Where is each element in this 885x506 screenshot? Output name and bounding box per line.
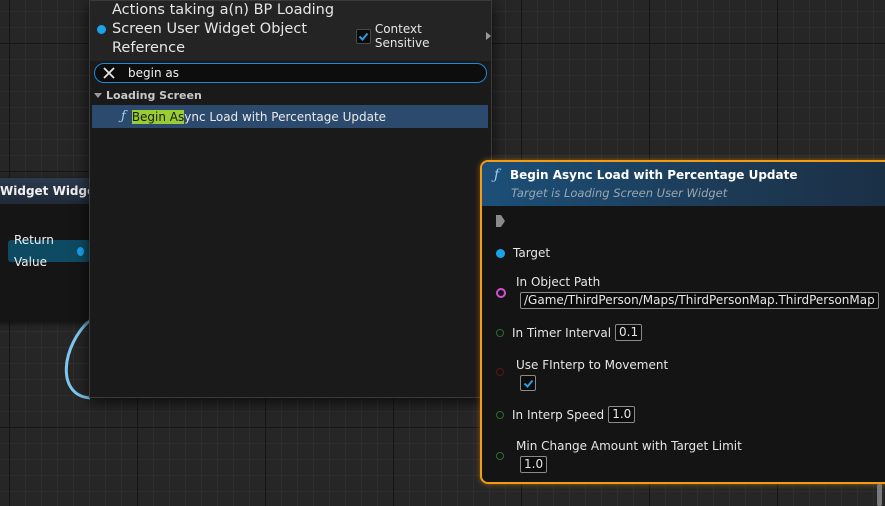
target-label: Target	[513, 246, 551, 260]
category-loading-screen[interactable]: Loading Screen	[94, 88, 202, 102]
function-icon: ƒ	[494, 167, 500, 183]
exec-input-pin-icon[interactable]	[496, 215, 505, 227]
function-icon: ƒ	[121, 109, 126, 124]
in-interp-speed-label: In Interp Speed	[512, 407, 605, 422]
search-input[interactable]	[120, 66, 468, 80]
in-timer-interval-label: In Timer Interval	[512, 325, 612, 340]
in-timer-interval-field[interactable]: 0.1	[615, 324, 643, 341]
context-sensitive-toggle[interactable]: Context Sensitive	[356, 22, 491, 50]
in-object-path-field[interactable]: /Game/ThirdPerson/Maps/ThirdPersonMap.Th…	[520, 292, 879, 309]
search-box[interactable]	[94, 63, 487, 83]
search-match-highlight: Begin As	[131, 109, 185, 124]
min-change-label: Min Change Amount with Target Limit	[516, 439, 742, 453]
return-value-label: Return Value	[14, 233, 54, 269]
object-pin-icon[interactable]	[496, 248, 505, 258]
in-object-path-label: In Object Path	[516, 275, 601, 289]
target-pin[interactable]: Target	[496, 246, 550, 260]
node-header[interactable]: ƒ Begin Async Load with Percentage Updat…	[482, 162, 885, 206]
float-pin-icon[interactable]	[496, 328, 504, 337]
context-sensitive-label: Context Sensitive	[374, 22, 430, 50]
context-sensitive-checkbox[interactable]	[356, 28, 371, 44]
chevron-right-icon[interactable]	[486, 32, 491, 40]
action-result-label: Begin Async Load with Percentage Update	[131, 109, 387, 124]
in-interp-speed-pin[interactable]: In Interp Speed 1.0	[496, 406, 636, 423]
action-result-rest: ync Load with Percentage Update	[184, 109, 387, 124]
use-finterp-checkbox[interactable]	[520, 375, 536, 391]
begin-async-load-node[interactable]: ƒ Begin Async Load with Percentage Updat…	[480, 160, 885, 484]
checkmark-icon	[358, 32, 369, 41]
chevron-down-icon	[94, 92, 102, 98]
node-subtitle: Target is Loading Screen User Widget	[511, 186, 728, 200]
action-menu: Actions taking a(n) BP Loading Screen Us…	[89, 0, 492, 398]
soft-object-pin-icon[interactable]	[496, 288, 506, 298]
action-menu-header: Actions taking a(n) BP Loading Screen Us…	[90, 1, 491, 61]
action-menu-title: Actions taking a(n) BP Loading Screen Us…	[112, 2, 335, 56]
clear-search-button[interactable]	[98, 67, 120, 79]
object-reference-icon	[97, 25, 106, 34]
checkmark-icon	[523, 379, 533, 388]
use-finterp-label: Use FInterp to Movement	[516, 358, 669, 372]
float-pin-icon[interactable]	[496, 410, 504, 419]
in-interp-speed-field[interactable]: 1.0	[608, 406, 636, 423]
float-pin-icon[interactable]	[496, 452, 504, 460]
node-title: Begin Async Load with Percentage Update	[510, 168, 798, 182]
scrollbar-thumb[interactable]	[877, 484, 882, 506]
bool-pin-icon[interactable]	[496, 368, 504, 376]
in-object-path-pin[interactable]: In Object Path /Game/ThirdPerson/Maps/Th…	[496, 275, 879, 309]
action-result-item[interactable]: ƒ Begin Async Load with Percentage Updat…	[92, 105, 488, 128]
return-value-pin[interactable]: Return Value	[8, 233, 90, 269]
min-change-pin[interactable]: Min Change Amount with Target Limit 1.0	[496, 439, 742, 473]
left-node-title: Widget Widget	[0, 178, 90, 204]
use-finterp-pin[interactable]: Use FInterp to Movement	[496, 358, 668, 391]
left-node[interactable]: Widget Widget Return Value	[0, 178, 90, 322]
min-change-field[interactable]: 1.0	[520, 456, 548, 473]
in-timer-interval-pin[interactable]: In Timer Interval 0.1	[496, 324, 643, 341]
close-icon	[103, 67, 115, 79]
object-pin-icon[interactable]	[77, 246, 84, 256]
category-label: Loading Screen	[106, 88, 202, 102]
